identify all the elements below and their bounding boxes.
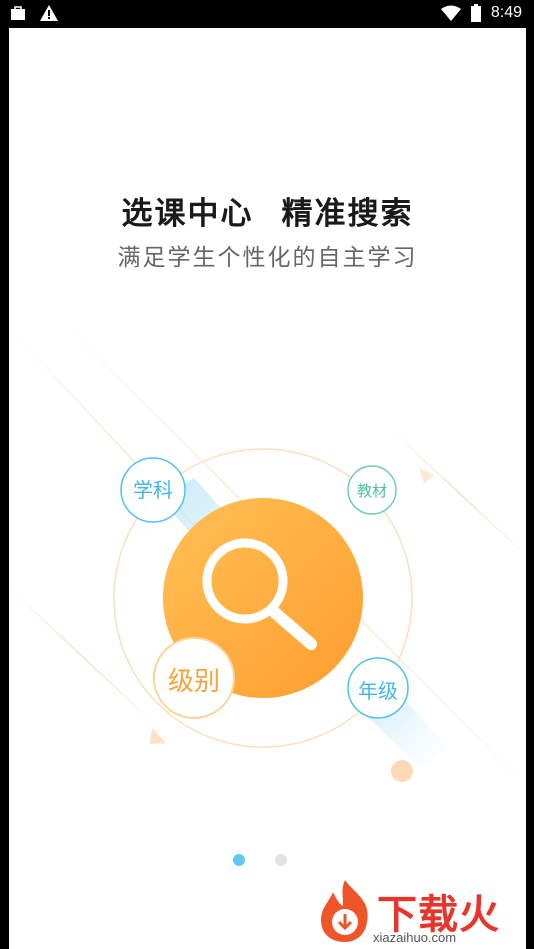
- search-illustration: [9, 327, 526, 787]
- watermark-url: xiazaihuo.com: [373, 930, 457, 945]
- page-dot-1[interactable]: [233, 854, 245, 866]
- title-part-1: 选课中心: [121, 196, 254, 232]
- tag-level: 级别: [167, 667, 220, 697]
- page-subtitle: 满足学生个性化的自主学习: [117, 245, 418, 271]
- wifi-icon: [440, 5, 461, 21]
- warning-icon: [40, 5, 58, 21]
- clock: 8:49: [490, 4, 522, 21]
- page-dot-2[interactable]: [275, 854, 287, 866]
- onboarding-screen[interactable]: 选课中心 精准搜索 满足学生个性化的自主学习 学科 教材 级别 年级 下载火 xi…: [9, 28, 526, 949]
- title-part-2: 精准搜索: [281, 196, 414, 232]
- tag-textbook: 教材: [356, 482, 387, 500]
- tag-grade: 年级: [358, 679, 398, 703]
- page-indicator[interactable]: [233, 854, 287, 866]
- page-title: 选课中心 精准搜索: [9, 188, 526, 233]
- shopping-bag-icon: [11, 6, 25, 20]
- flame-logo-icon: [321, 880, 368, 942]
- battery-icon: [470, 4, 481, 22]
- watermark: 下载火 xiazaihuo.com: [315, 878, 526, 948]
- status-bar: 8:49: [0, 0, 534, 28]
- tag-subject: 学科: [133, 478, 173, 502]
